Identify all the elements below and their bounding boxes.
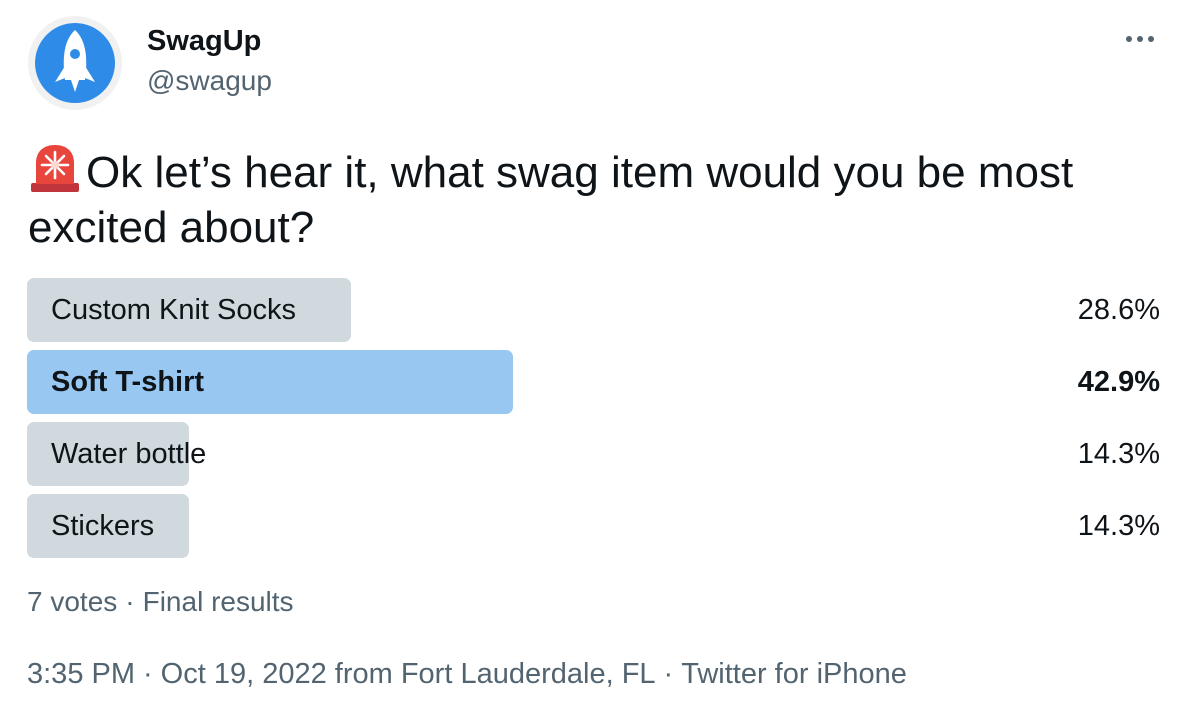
- poll-option-label: Stickers: [51, 510, 155, 542]
- tweet-date-location: Oct 19, 2022 from Fort Lauderdale, FL: [160, 658, 656, 690]
- poll-option: Soft T-shirt 42.9%: [27, 350, 1160, 414]
- poll-option: Water bottle 14.3%: [27, 422, 1160, 486]
- author-handle[interactable]: @swagup: [147, 64, 272, 98]
- dot: [1126, 36, 1132, 42]
- dot: [1137, 36, 1143, 42]
- poll-option-percent: 14.3%: [1077, 438, 1160, 470]
- tweet-text-content: Ok let’s hear it, what swag item would y…: [28, 148, 1074, 252]
- avatar[interactable]: [28, 16, 122, 110]
- poll-option: Custom Knit Socks 28.6%: [27, 278, 1160, 342]
- poll-option-label: Custom Knit Socks: [51, 294, 296, 326]
- separator: ·: [663, 658, 674, 690]
- author-display-name[interactable]: SwagUp: [147, 24, 261, 58]
- poll: Custom Knit Socks 28.6% Soft T-shirt 42.9% W…: [27, 278, 1160, 566]
- vote-count: 7 votes: [27, 586, 118, 617]
- tweet-client[interactable]: Twitter for iPhone: [681, 658, 907, 690]
- poll-option-label: Water bottle: [51, 438, 207, 470]
- poll-option-percent: 42.9%: [1077, 366, 1160, 398]
- poll-footer: 7 votes · Final results: [27, 584, 294, 620]
- tweet-time: 3:35 PM: [27, 658, 135, 690]
- more-options-icon[interactable]: [1118, 24, 1162, 54]
- poll-option-percent: 14.3%: [1077, 510, 1160, 542]
- rocket-icon: [35, 23, 115, 103]
- tweet-metadata: 3:35 PM · Oct 19, 2022 from Fort Lauderdal…: [27, 656, 907, 692]
- dot: [1148, 36, 1154, 42]
- poll-option-label: Soft T-shirt: [51, 366, 205, 398]
- separator: ·: [143, 658, 153, 690]
- tweet-text: Ok let’s hear it, what swag item would y…: [28, 143, 1168, 255]
- poll-status: Final results: [142, 586, 294, 617]
- tweet-card: SwagUp @swagup Ok let’s hear it, what sw…: [0, 0, 1196, 722]
- poll-option-percent: 28.6%: [1077, 294, 1160, 326]
- poll-option: Stickers 14.3%: [27, 494, 1160, 558]
- siren-icon: [31, 145, 79, 192]
- separator: ·: [125, 586, 135, 617]
- timestamp-link[interactable]: 3:35 PM · Oct 19, 2022 from Fort Lauderdal…: [27, 658, 656, 690]
